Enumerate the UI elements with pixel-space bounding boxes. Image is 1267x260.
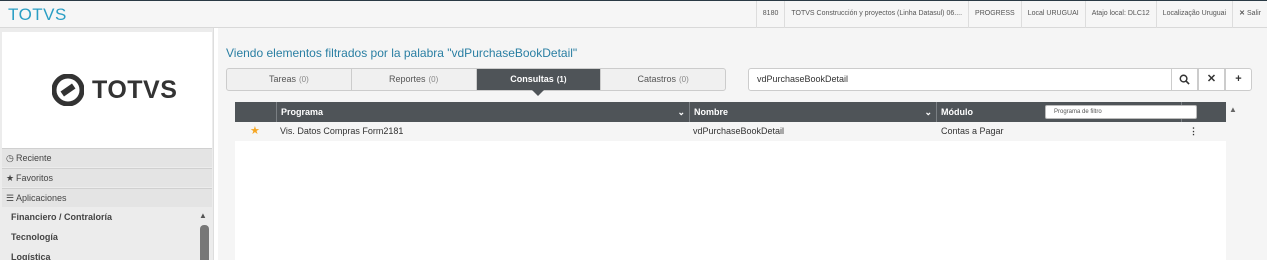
tab-count: (0)	[428, 75, 439, 84]
main-content: Viendo elementos filtrados por la palabr…	[218, 28, 1267, 260]
column-label: Módulo	[941, 107, 973, 117]
column-header-nombre[interactable]: Nombre ⌄	[690, 102, 937, 122]
top-item-shortcut[interactable]: Atajo local: DLC12	[1084, 1, 1156, 28]
sidebar-section-label: Reciente	[16, 153, 52, 163]
grid-scrollbar[interactable]	[1226, 102, 1238, 260]
search-icon	[1179, 74, 1190, 85]
tab-count: (0)	[678, 75, 689, 84]
column-label: Programa	[281, 107, 324, 117]
tab-consultas[interactable]: Consultas (1)	[476, 69, 602, 96]
exit-button[interactable]: ✕ Salir	[1232, 1, 1267, 28]
totvs-logo-icon	[52, 74, 84, 106]
close-icon: ✕	[1239, 10, 1245, 17]
tab-label: Consultas	[510, 74, 554, 84]
top-item-localization[interactable]: Localização Uruguai	[1155, 1, 1232, 28]
tab-tareas[interactable]: Tareas (0)	[227, 69, 352, 90]
sidebar: TOTVS ◷ Reciente ★ Favoritos ☰ Aplicaciones…	[0, 28, 214, 260]
top-item-company[interactable]: TOTVS Construcción y proyectos (Linha Da…	[784, 1, 968, 28]
sidebar-item-logistica[interactable]: Logística	[2, 247, 198, 260]
tab-label: Reportes	[388, 74, 426, 84]
list-icon: ☰	[6, 193, 15, 203]
top-item-company-code[interactable]: 8180	[755, 1, 785, 28]
sidebar-section-favorites[interactable]: ★ Favoritos	[2, 168, 212, 187]
plus-icon: +	[1235, 73, 1242, 85]
tab-label: Tareas	[268, 74, 296, 84]
cell-modulo: Contas a Pagar	[941, 126, 1004, 136]
tab-catastros[interactable]: Catastros (0)	[601, 69, 725, 90]
scroll-up-icon[interactable]: ▲	[1229, 105, 1237, 114]
column-header-programa[interactable]: Programa ⌄	[277, 102, 690, 122]
search-button[interactable]	[1171, 68, 1198, 91]
row-menu-icon[interactable]: ⋮	[1189, 122, 1198, 141]
top-item-database[interactable]: PROGRESS	[968, 1, 1021, 28]
sidebar-scrollbar[interactable]	[200, 225, 209, 260]
chevron-down-icon[interactable]: ⌄	[924, 102, 932, 122]
sidebar-section-label: Aplicaciones	[16, 193, 67, 203]
sidebar-section-recent[interactable]: ◷ Reciente	[2, 148, 212, 167]
app-brand[interactable]: TOTVS	[8, 5, 67, 25]
cell-nombre: vdPurchaseBookDetail	[693, 126, 785, 136]
tab-reportes[interactable]: Reportes (0)	[352, 69, 477, 90]
tab-count: (0)	[298, 75, 309, 84]
cell-programa[interactable]: Vis. Datos Compras Form2181	[280, 122, 403, 141]
sidebar-item-financiero[interactable]: Financiero / Contraloría	[2, 207, 198, 227]
page-title: Viendo elementos filtrados por la palabr…	[226, 46, 578, 60]
sidebar-section-label: Favoritos	[16, 173, 54, 183]
scroll-up-icon[interactable]: ▲	[199, 211, 207, 220]
sidebar-item-tecnologia[interactable]: Tecnología	[2, 227, 198, 247]
clear-search-button[interactable]: ✕	[1198, 68, 1225, 91]
column-label: Nombre	[694, 107, 729, 117]
search-input[interactable]: vdPurchaseBookDetail	[748, 68, 1172, 91]
top-bar: TOTVS 8180 TOTVS Construcción y proyecto…	[0, 0, 1267, 28]
sidebar-section-applications[interactable]: ☰ Aplicaciones	[2, 188, 212, 207]
grid-body	[235, 122, 1226, 260]
exit-label: Salir	[1246, 10, 1261, 17]
result-tabs: Tareas (0) Reportes (0) Consultas (1) Catas…	[226, 68, 726, 96]
table-row[interactable]: ★ Vis. Datos Compras Form2181 vdPurchase…	[235, 122, 1226, 141]
add-button[interactable]: +	[1225, 68, 1252, 91]
logo-text: TOTVS	[92, 76, 178, 104]
tab-count: (1)	[556, 75, 567, 84]
top-bar-info: 8180 TOTVS Construcción y proyectos (Lin…	[755, 1, 1267, 28]
chevron-down-icon[interactable]: ⌄	[677, 102, 685, 122]
star-icon: ★	[6, 173, 15, 183]
grid-header: Programa ⌄ Nombre ⌄ Módulo Programa de f…	[235, 102, 1226, 122]
tab-label: Catastros	[637, 74, 676, 84]
logo-area: TOTVS	[2, 32, 212, 148]
clock-icon: ◷	[6, 153, 14, 163]
top-item-location[interactable]: Local URUGUAI	[1020, 1, 1085, 28]
grid-header-favorite	[235, 102, 277, 122]
program-filter-input[interactable]: Programa de filtro	[1045, 105, 1197, 119]
close-icon: ✕	[1206, 73, 1217, 85]
favorite-star-icon[interactable]: ★	[250, 122, 260, 141]
